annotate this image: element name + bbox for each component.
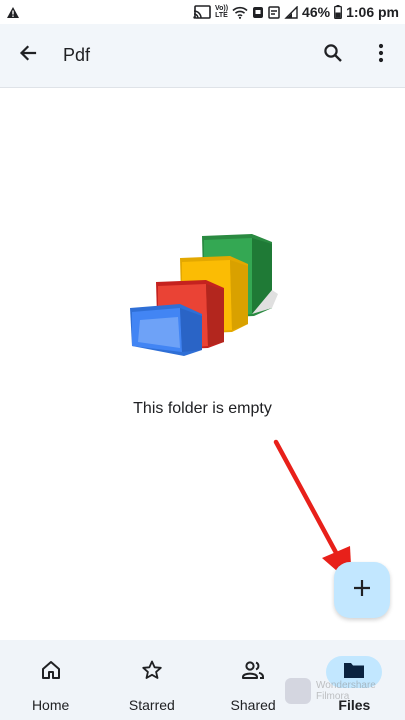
plus-icon (352, 578, 372, 603)
battery-icon (334, 5, 343, 19)
watermark-line2: Filmora (316, 691, 350, 702)
empty-folder-message: This folder is empty (133, 400, 272, 417)
signal-icon (284, 5, 298, 19)
watermark-line1: Wondershare (316, 680, 376, 691)
search-icon (323, 43, 343, 68)
top-app-bar: Pdf (0, 24, 405, 88)
clock: 1:06 pm (346, 4, 399, 20)
wifi-icon (232, 6, 248, 19)
volte-top: Vo)) (214, 5, 229, 12)
nav-starred[interactable]: Starred (101, 640, 202, 720)
search-button[interactable] (309, 32, 357, 80)
cast-icon (193, 5, 211, 19)
people-icon (241, 659, 265, 686)
nav-home[interactable]: Home (0, 640, 101, 720)
more-vert-icon (378, 43, 384, 68)
battery-percent: 46% (302, 4, 331, 20)
watermark-logo (285, 678, 311, 704)
watermark: Wondershare Filmora (285, 676, 403, 706)
nav-starred-label: Starred (128, 697, 175, 713)
home-icon (40, 659, 62, 686)
nav-shared-label: Shared (230, 697, 276, 713)
status-bar: Vo)) LTE 46% 1:06 pm (0, 0, 405, 24)
empty-folders-illustration (122, 228, 282, 358)
page-title: Pdf (63, 45, 91, 65)
arrow-back-icon (18, 43, 38, 68)
warning-triangle-icon (6, 6, 20, 19)
volte-bottom: LTE (215, 12, 228, 19)
notification-icon (268, 5, 280, 19)
nav-home-label: Home (31, 697, 70, 713)
new-button[interactable] (334, 562, 390, 618)
star-outline-icon (141, 659, 163, 686)
back-button[interactable] (4, 32, 52, 80)
more-options-button[interactable] (357, 32, 405, 80)
vpn-key-icon (252, 6, 264, 19)
volte-indicator: Vo)) LTE (215, 5, 228, 19)
